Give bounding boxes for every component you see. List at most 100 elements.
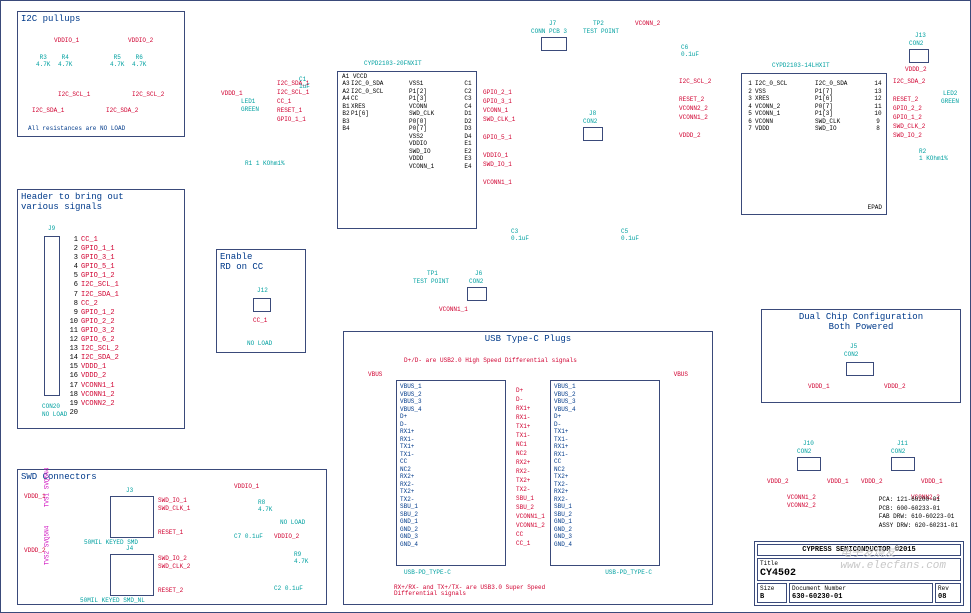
j10-body <box>797 457 821 471</box>
c6: C60.1uF <box>681 45 699 58</box>
j5-type: CON2 <box>844 352 858 359</box>
j4-ref: J4 <box>126 546 133 553</box>
j6-body <box>467 287 487 301</box>
vbus-r: VBUS <box>674 372 688 379</box>
vconn2-top: VCONN_2 <box>635 21 660 28</box>
section-dualchip: Dual Chip Configuration Both Powered J5 … <box>761 309 961 403</box>
led2-ref: LED2 <box>943 91 957 98</box>
r2: R21 KOhm1% <box>919 149 948 162</box>
j10-ref: J10 <box>803 441 814 448</box>
i2c-note: All resistances are NO LOAD <box>28 126 125 133</box>
vddd1-lbl: VDDD_1 <box>221 91 243 98</box>
usb-plug-left: VBUS_1VBUS_2VBUS_3VBUS_4D+D-RX1+RX1-TX1+… <box>396 380 506 566</box>
j4-body <box>110 554 154 596</box>
r8: R84.7K <box>258 500 272 513</box>
j5-ref: J5 <box>850 344 857 351</box>
usb-plug-right: VBUS_1VBUS_2VBUS_3VBUS_4D+D-TX1+TX1-RX1+… <box>550 380 660 566</box>
swd-note: NO LOAD <box>280 520 305 527</box>
swd-title: SWD Connectors <box>18 470 326 484</box>
j10-n2: VCONN2_2 <box>787 503 816 510</box>
j7-ref: J7 <box>549 21 556 28</box>
chip1: CYPD2103-20FNXIT A3I2C_0_SDAA2I2C_0_SCLA… <box>337 71 477 229</box>
i2c-pwr1: VDDIO_1 <box>54 38 79 45</box>
usbc-title: USB Type-C Plugs <box>344 332 712 346</box>
led1-col: GREEN <box>241 107 259 114</box>
j6-type: CON2 <box>469 279 483 286</box>
chip2-epad: EPAD <box>868 205 882 212</box>
plugL-type: USB-PD_TYPE-C <box>404 570 451 577</box>
r6: R64.7K <box>132 54 146 68</box>
chip1-vccd: A1 VCCD <box>342 74 367 81</box>
j5-body <box>846 362 874 376</box>
tp2-type: TEST POINT <box>583 29 619 36</box>
j3-body <box>110 496 154 538</box>
j11-type: CON2 <box>891 449 905 456</box>
j13-body <box>909 49 929 63</box>
enable-rd-title: Enable RD on CC <box>217 250 305 274</box>
plugR-type: USB-PD_TYPE-C <box>605 570 652 577</box>
usbc-note2: RX+/RX- and TX+/TX- are USB3.0 Super Spe… <box>394 585 545 598</box>
section-header-out: Header to bring out various signals J9 1… <box>17 189 185 429</box>
c1: C11uF <box>299 77 310 90</box>
c7: C7 0.1uF <box>234 534 263 541</box>
c3: C30.1uF <box>511 229 529 242</box>
dual-title: Dual Chip Configuration Both Powered <box>762 310 960 334</box>
j7-body <box>541 37 567 51</box>
i2c-title: I2C pullups <box>18 12 184 26</box>
tp1-type: TEST POINT <box>413 279 449 286</box>
j11-r: VDDD_1 <box>921 479 943 486</box>
j12-note: NO LOAD <box>247 341 272 348</box>
tp1-ref: TP1 <box>427 271 438 278</box>
header-title: Header to bring out various signals <box>18 190 184 214</box>
led2-col: GREEN <box>941 99 959 106</box>
j10-l: VDDD_2 <box>767 479 789 486</box>
j6-ref: J6 <box>475 271 482 278</box>
j12-net: CC_1 <box>253 318 267 325</box>
j11-body <box>891 457 915 471</box>
j8-ref: J8 <box>589 111 596 118</box>
j12-ref: J12 <box>257 288 268 295</box>
j13-type: CON2 <box>909 41 923 48</box>
c5: C50.1uF <box>621 229 639 242</box>
tvs1: TVS1 SVQ5N4 <box>45 468 52 508</box>
tp2-ref: TP2 <box>593 21 604 28</box>
r9: R94.7K <box>294 552 308 565</box>
dual-r: VDDD_2 <box>884 384 906 391</box>
swd-p1: VDDD_1 <box>24 494 46 501</box>
n2: I2C_SDA_1 <box>32 108 64 115</box>
swd-vddio1: VDDIO_1 <box>234 484 259 491</box>
j7-type: CONN PCB 3 <box>531 29 567 36</box>
chip2: CYPD2103-14LHXIT 1I2C_0_SCL2VSS3XRES4VCO… <box>741 73 887 215</box>
section-usbc: USB Type-C Plugs D+/D- are USB2.0 High S… <box>343 331 713 605</box>
j13-net: VDDD_2 <box>905 67 927 74</box>
j11-ref: J11 <box>897 441 908 448</box>
j10-type: CON2 <box>797 449 811 456</box>
dual-l: VDDD_1 <box>808 384 830 391</box>
n3: I2C_SCL_2 <box>132 92 164 99</box>
c2: C2 0.1uF <box>274 586 303 593</box>
j3-ref: J3 <box>126 488 133 495</box>
swd-p2: VDDD_2 <box>24 548 46 555</box>
chip2-part: CYPD2103-14LHXIT <box>772 63 830 70</box>
r3: R34.7K <box>36 54 50 68</box>
usbc-note1: D+/D- are USB2.0 High Speed Differential… <box>404 358 577 365</box>
j9-body <box>44 236 60 396</box>
n1: I2C_SCL_1 <box>58 92 90 99</box>
j9-note: NO LOAD <box>42 412 67 419</box>
j13-ref: J13 <box>915 33 926 40</box>
j9-type: CON20 <box>42 404 60 411</box>
j10-r: VDDD_1 <box>827 479 849 486</box>
title-block: CYPRESS SEMICONDUCTOR ©2015 Title CY4502… <box>754 541 964 606</box>
swd-vddio2: VDDIO_2 <box>274 534 299 541</box>
j12-body <box>253 298 271 312</box>
r4: R44.7K <box>58 54 72 68</box>
fab-info: PCA: 121-60200-01 PCB: 600-60233-01 FAB … <box>879 496 958 530</box>
vbus-l: VBUS <box>368 372 382 379</box>
section-swd: SWD Connectors VDDD_1 VDDD_2 TVS1 SVQ5N4… <box>17 469 327 605</box>
section-enable-rd: Enable RD on CC J12 CC_1 NO LOAD <box>216 249 306 353</box>
j6-net: VCONN1_1 <box>439 307 468 314</box>
j4-type: 50MIL KEYED SMD_NL <box>80 598 145 605</box>
i2c-pwr2: VDDIO_2 <box>128 38 153 45</box>
n4: I2C_SDA_2 <box>106 108 138 115</box>
j11-l: VDDD_2 <box>861 479 883 486</box>
